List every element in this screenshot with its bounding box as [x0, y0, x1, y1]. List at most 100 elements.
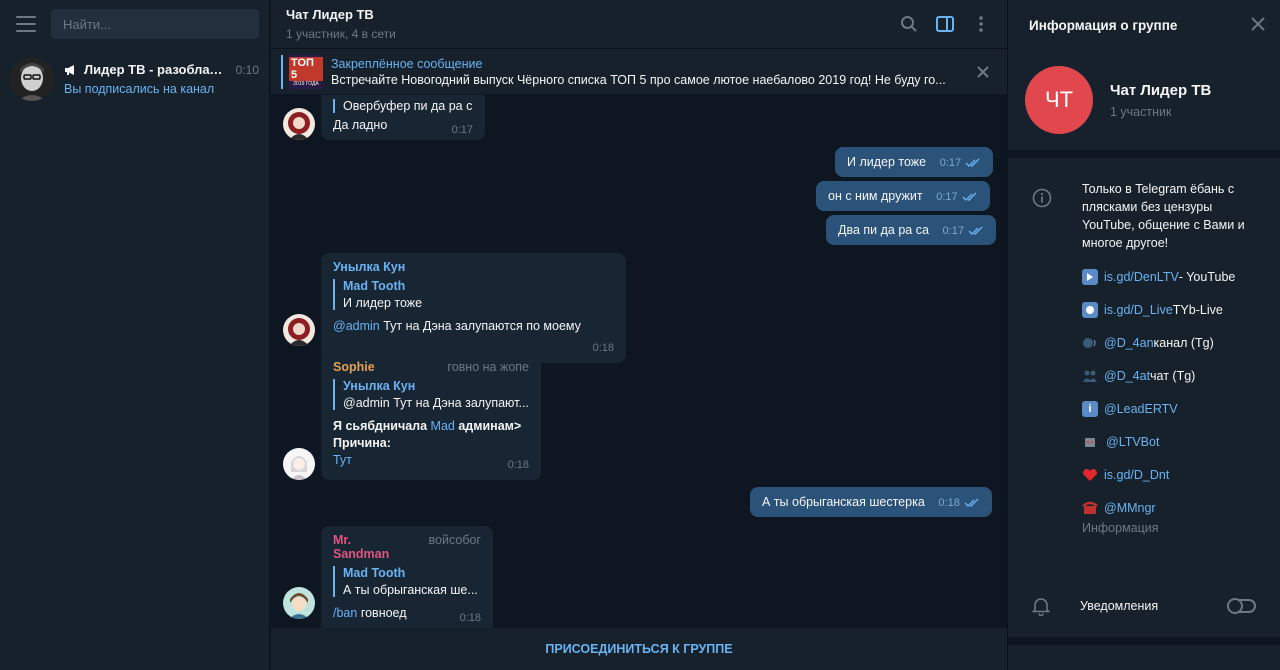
message-outgoing[interactable]: А ты обрыганская шестерка 0:18: [750, 487, 992, 517]
play-icon: [1082, 269, 1098, 285]
notifications-toggle[interactable]: [1227, 598, 1256, 614]
close-icon[interactable]: [973, 62, 993, 82]
bell-icon: [1032, 598, 1050, 616]
mention-link[interactable]: @admin: [333, 319, 380, 333]
reply-text: А ты обрыганская ше...: [343, 583, 478, 597]
message-time: 0:18: [507, 459, 529, 471]
people-icon: [1082, 368, 1098, 384]
pinned-message[interactable]: ТОП 5 2019 ГОДА Закреплённое сообщение В…: [271, 48, 1007, 94]
avatar[interactable]: [283, 314, 315, 346]
heart-icon: [1082, 467, 1098, 483]
bot-command-link[interactable]: /ban: [333, 606, 357, 620]
message-outgoing[interactable]: И лидер тоже 0:17: [835, 147, 994, 177]
message-text: Да ладно: [333, 118, 388, 132]
message-time: 0:17: [939, 157, 962, 169]
message-outgoing[interactable]: он с ним дружит 0:17: [816, 181, 990, 211]
search-input[interactable]: [51, 9, 259, 39]
live-link[interactable]: is.gd/D_Live: [1104, 303, 1173, 317]
message-text: Тут на Дэна залупаются по моему: [379, 319, 581, 333]
sender-name[interactable]: Унылка Кун: [333, 260, 405, 274]
message-text: Причина:: [333, 436, 391, 450]
reply-quote[interactable]: Mad Tooth И лидер тоже: [333, 279, 614, 310]
description-text: Только в Telegram ёбань с плясками без ц…: [1082, 182, 1245, 250]
close-icon[interactable]: [1251, 16, 1265, 34]
link-row: is.gd/D_Dnt: [1082, 467, 1260, 483]
message-incoming[interactable]: Овербуфер пи да ра с Да ладно 0:17: [321, 95, 485, 140]
channel-link[interactable]: @D_4an: [1104, 336, 1154, 350]
menu-icon[interactable]: [16, 16, 36, 32]
message-incoming[interactable]: Mr. Sandman войсобог Mad Tooth А ты обрыг…: [321, 526, 493, 628]
avatar[interactable]: [283, 108, 315, 140]
sender-name[interactable]: Mr. Sandman: [333, 533, 411, 561]
record-icon: [1082, 302, 1098, 318]
message-text: он с ним дружит: [828, 189, 923, 203]
group-info-panel: Информация о группе ЧТ Чат Лидер ТВ 1 уч…: [1007, 0, 1280, 670]
dialog-body: Лидер ТВ - разоблаче... 0:10 Вы подписал…: [64, 62, 259, 96]
dialog-name: Лидер ТВ - разоблаче...: [84, 62, 230, 77]
pinned-thumb-bottom: 2019 ГОДА: [293, 80, 319, 87]
avatar[interactable]: [283, 448, 315, 480]
leadertv-link[interactable]: @LeadERTV: [1104, 402, 1178, 416]
sidebar: Лидер ТВ - разоблаче... 0:10 Вы подписал…: [0, 0, 270, 670]
more-vertical-icon[interactable]: [970, 13, 992, 35]
pinned-bar: [281, 54, 283, 89]
reply-text: Овербуфер пи да ра с: [343, 99, 473, 113]
double-check-icon: [968, 226, 983, 235]
link-suffix: чат (Tg): [1150, 369, 1196, 383]
message-text: Я сьябдничала: [333, 419, 431, 433]
robot-icon: [1082, 434, 1098, 450]
join-bar: ПРИСОЕДИНИТЬСЯ К ГРУППЕ: [271, 628, 1007, 670]
message-time: 0:17: [936, 191, 958, 203]
message-outgoing[interactable]: Два пи да ра са 0:17: [826, 215, 996, 245]
mention-link[interactable]: Mad: [431, 419, 455, 433]
link-row: @MMngr: [1082, 500, 1260, 516]
reply-name: Mad Tooth: [343, 566, 406, 580]
double-check-icon: [965, 158, 980, 167]
message-incoming[interactable]: Унылка Кун Mad Tooth И лидер тоже @admin…: [321, 253, 626, 363]
pinned-text: Встречайте Новогодний выпуск Чёрного спи…: [331, 72, 946, 87]
message-time: 0:17: [942, 225, 964, 237]
speaking-head-icon: [1082, 335, 1098, 351]
info-square-icon: i: [1082, 401, 1098, 417]
chat-header: Чат Лидер ТВ 1 участник, 4 в сети: [271, 0, 1007, 48]
group-members: 1 участник: [1110, 104, 1172, 119]
dialog-subtitle: Вы подписались на канал: [64, 82, 215, 96]
bot-link[interactable]: @LTVBot: [1106, 435, 1159, 449]
reply-quote[interactable]: Унылка Кун @admin Тут на Дэна залупают..…: [333, 379, 529, 410]
message-incoming[interactable]: Sophie говно на жопе Унылка Кун @admin Ту…: [321, 353, 541, 480]
notifications-row[interactable]: Уведомления: [1008, 575, 1280, 637]
youtube-link[interactable]: is.gd/DenLTV: [1104, 270, 1179, 284]
info-circle-icon: [1032, 188, 1052, 211]
reply-quote[interactable]: Овербуфер пи да ра с: [333, 99, 473, 113]
message-link[interactable]: Тут: [333, 453, 352, 467]
sender-name[interactable]: Sophie: [333, 360, 375, 374]
group-avatar[interactable]: ЧТ: [1025, 66, 1093, 134]
search-icon[interactable]: [898, 13, 920, 35]
manager-link[interactable]: @MMngr: [1104, 501, 1156, 515]
link-row: is.gd/DenLTV - YouTube: [1082, 269, 1260, 285]
donate-link[interactable]: is.gd/D_Dnt: [1104, 468, 1169, 482]
dialog-item[interactable]: Лидер ТВ - разоблаче... 0:10 Вы подписал…: [0, 48, 269, 110]
group-name: Чат Лидер ТВ: [1110, 81, 1212, 99]
message-time: 0:18: [459, 612, 481, 624]
reply-name: Mad Tooth: [343, 279, 406, 293]
info-title: Информация о группе: [1029, 17, 1178, 33]
pinned-thumb-top: ТОП 5: [289, 56, 323, 81]
message-time: 0:17: [451, 124, 473, 136]
chat-subtitle: 1 участник, 4 в сети: [286, 27, 396, 41]
message-text: админам>: [454, 419, 522, 433]
chat-title[interactable]: Чат Лидер ТВ: [286, 7, 898, 22]
notifications-label: Уведомления: [1080, 599, 1159, 613]
chat-link[interactable]: @D_4at: [1104, 369, 1150, 383]
divider: [1008, 637, 1280, 645]
reply-quote[interactable]: Mad Tooth А ты обрыганская ше...: [333, 566, 481, 597]
sidebar-toggle-icon[interactable]: [934, 13, 956, 35]
message-time: 0:18: [592, 342, 614, 354]
join-group-button[interactable]: ПРИСОЕДИНИТЬСЯ К ГРУППЕ: [545, 642, 732, 656]
pinned-title: Закреплённое сообщение: [331, 56, 483, 71]
chat-area: Чат Лидер ТВ 1 участник, 4 в сети ТОП 5 …: [271, 0, 1007, 670]
double-check-icon: [964, 498, 979, 507]
info-label: Информация: [1082, 521, 1159, 535]
avatar[interactable]: [283, 587, 315, 619]
message-list: Овербуфер пи да ра с Да ладно 0:17 И лиде…: [271, 95, 1007, 628]
